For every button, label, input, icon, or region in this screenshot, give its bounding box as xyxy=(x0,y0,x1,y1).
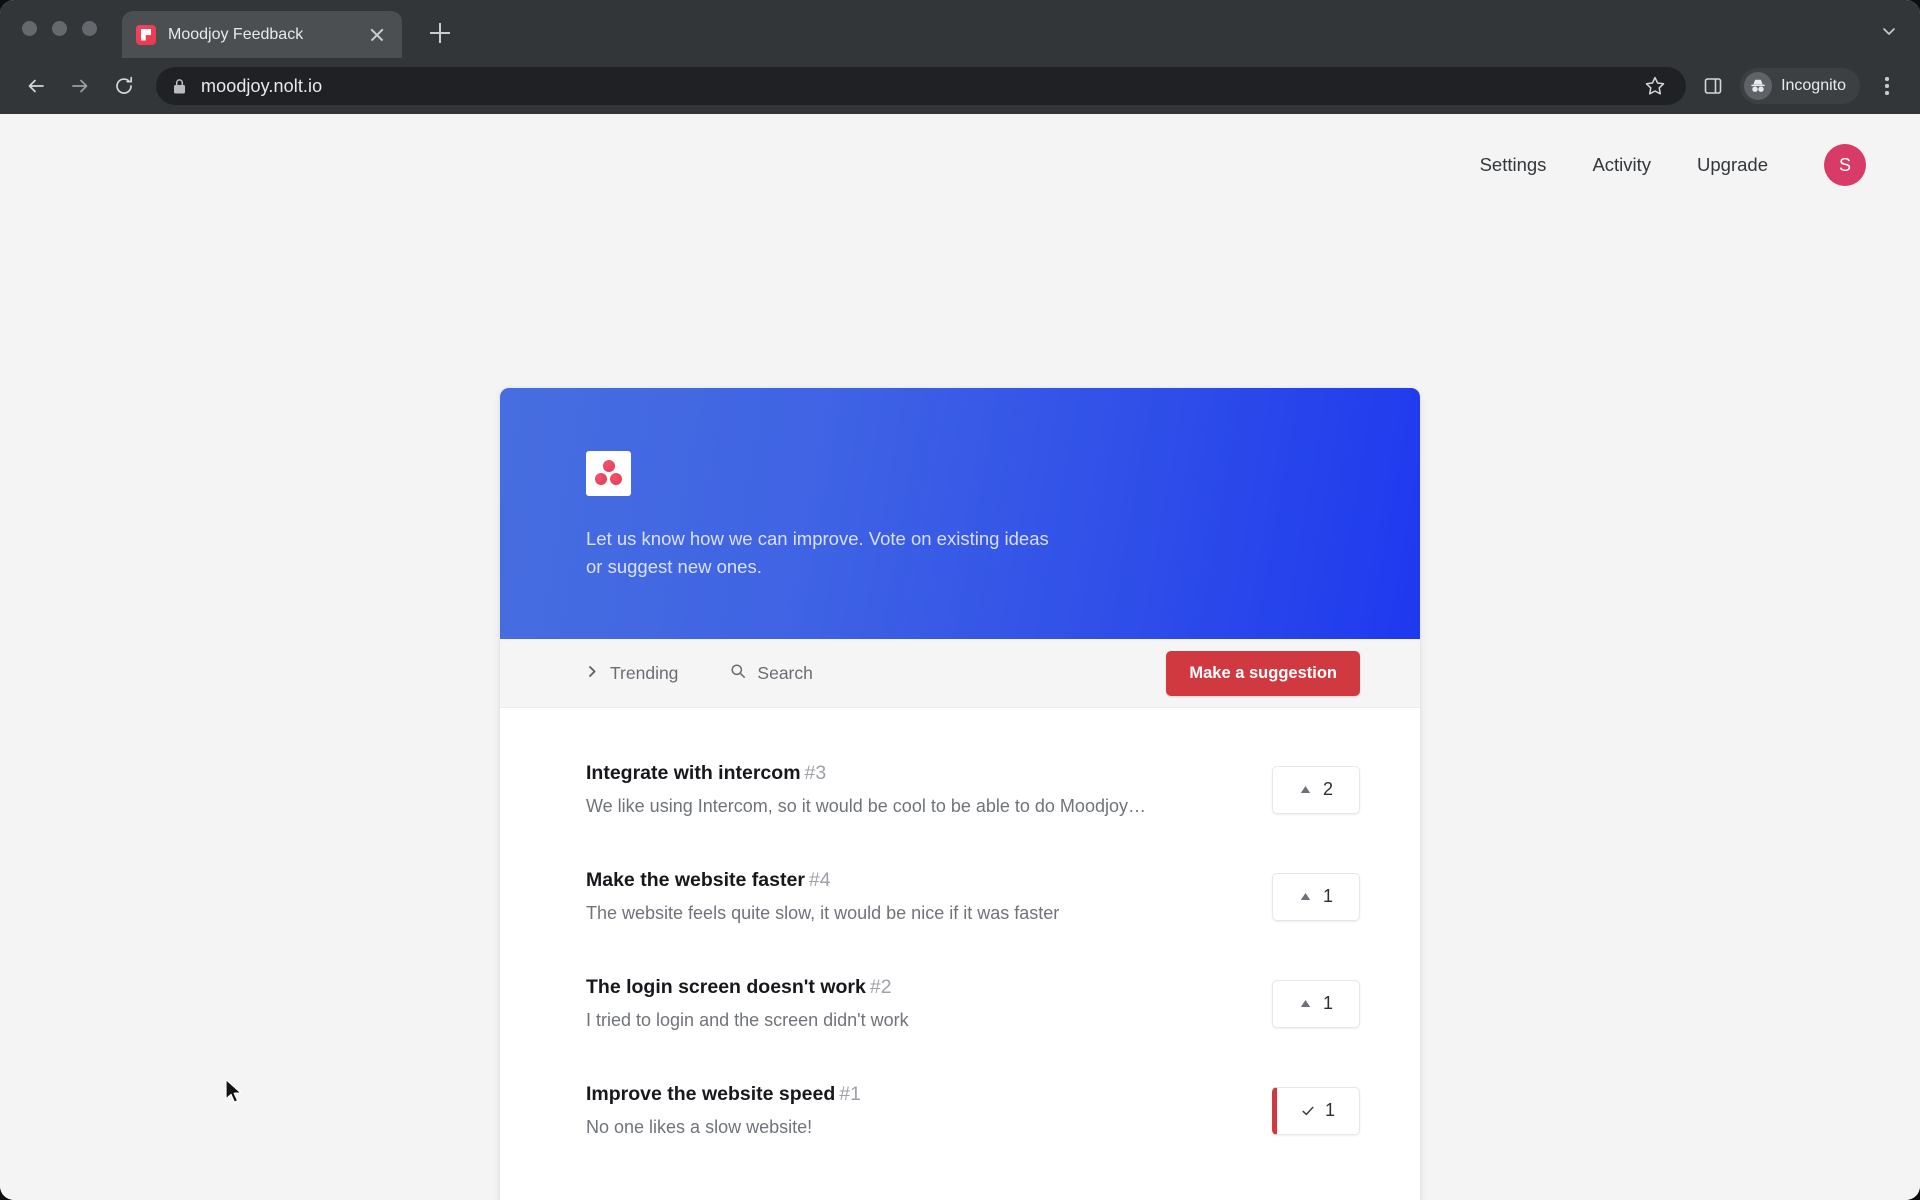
vote-button[interactable]: 1 xyxy=(1272,872,1360,921)
feedback-item-title: Make the website faster xyxy=(586,869,805,891)
forward-arrow-icon[interactable] xyxy=(60,66,100,106)
mouse-pointer-icon xyxy=(224,1078,246,1106)
sort-trending-label: Trending xyxy=(610,662,679,683)
page-viewport: Settings Activity Upgrade S Let us know … xyxy=(0,114,1920,1200)
close-window-button[interactable] xyxy=(22,21,37,36)
feedback-item-body: Improve the website speed #1 No one likes… xyxy=(586,1083,1252,1138)
tab-title: Moodjoy Feedback xyxy=(168,25,304,43)
feedback-item-ref: #1 xyxy=(839,1083,861,1105)
new-tab-button[interactable] xyxy=(426,19,454,47)
feedback-item-ref: #3 xyxy=(804,762,827,784)
feedback-item-ref: #4 xyxy=(808,869,831,891)
reload-icon[interactable] xyxy=(104,66,144,106)
board-toolbar: Trending Search Make a suggestion xyxy=(500,639,1420,708)
maximize-window-button[interactable] xyxy=(82,21,97,36)
up-triangle-icon xyxy=(1299,783,1312,796)
nav-link-upgrade[interactable]: Upgrade xyxy=(1697,154,1768,176)
nav-link-settings[interactable]: Settings xyxy=(1480,154,1547,176)
vote-count: 2 xyxy=(1322,779,1333,799)
feedback-item-title-line: The login screen doesn't work #2 xyxy=(586,976,1252,999)
feedback-list: Integrate with intercom #3 We like using … xyxy=(500,708,1420,1200)
lock-icon xyxy=(172,78,187,95)
feedback-item-title-line: Make the website faster #4 xyxy=(586,869,1252,892)
vote-button[interactable]: 2 xyxy=(1272,765,1360,814)
moodjoy-favicon xyxy=(136,24,156,45)
close-tab-icon[interactable] xyxy=(366,24,388,46)
incognito-icon xyxy=(1744,72,1773,100)
feedback-item-body: The login screen doesn't work #2 I tried … xyxy=(586,976,1252,1031)
feedback-board-card: Let us know how we can improve. Vote on … xyxy=(500,388,1420,1200)
nav-link-activity[interactable]: Activity xyxy=(1592,154,1651,176)
site-top-navigation: Settings Activity Upgrade S xyxy=(1480,144,1866,186)
feedback-item-title-line: Improve the website speed #1 xyxy=(586,1083,1252,1106)
browser-window: Moodjoy Feedback moodjoy.nolt.io Incogni… xyxy=(0,0,1920,1200)
check-icon xyxy=(1301,1104,1314,1117)
omnibox-toolbar: moodjoy.nolt.io Incognito xyxy=(0,58,1920,114)
address-bar-url: moodjoy.nolt.io xyxy=(201,75,323,96)
chevron-right-icon xyxy=(586,663,599,684)
sort-trending-button[interactable]: Trending xyxy=(586,663,678,684)
feedback-list-item[interactable]: The login screen doesn't work #2 I tried … xyxy=(500,950,1420,1057)
feedback-item-body: Integrate with intercom #3 We like using … xyxy=(586,762,1252,817)
chevron-down-icon[interactable] xyxy=(1880,22,1898,40)
address-bar[interactable]: moodjoy.nolt.io xyxy=(156,67,1687,105)
feedback-item-description: No one likes a slow website! xyxy=(586,1117,813,1137)
profile-chip[interactable]: Incognito xyxy=(1740,68,1860,104)
star-icon[interactable] xyxy=(1640,71,1670,101)
browser-tab[interactable]: Moodjoy Feedback xyxy=(122,11,402,58)
search-label: Search xyxy=(757,662,813,683)
back-arrow-icon[interactable] xyxy=(16,66,56,106)
side-panel-icon[interactable] xyxy=(1698,71,1728,101)
avatar[interactable]: S xyxy=(1824,144,1866,186)
moodjoy-logo xyxy=(586,451,631,496)
feedback-item-title: Improve the website speed xyxy=(586,1083,836,1105)
feedback-item-description: We like using Intercom, so it would be c… xyxy=(586,796,1146,816)
board-hero: Let us know how we can improve. Vote on … xyxy=(500,388,1420,639)
vote-count: 1 xyxy=(1322,993,1333,1013)
profile-label: Incognito xyxy=(1781,77,1846,94)
feedback-item-title: The login screen doesn't work xyxy=(586,976,866,998)
feedback-item-body: Make the website faster #4 The website fe… xyxy=(586,869,1252,924)
vote-count: 1 xyxy=(1322,886,1333,906)
feedback-item-description: The website feels quite slow, it would b… xyxy=(586,903,1060,923)
feedback-item-title: Integrate with intercom xyxy=(586,762,801,784)
feedback-list-item[interactable]: Improve the website speed #1 No one likes… xyxy=(500,1057,1420,1164)
up-triangle-icon xyxy=(1299,997,1312,1010)
vote-button[interactable]: 1 xyxy=(1272,979,1360,1028)
board-tagline: Let us know how we can improve. Vote on … xyxy=(586,528,1049,577)
window-controls xyxy=(22,21,97,36)
minimize-window-button[interactable] xyxy=(52,21,67,36)
tab-strip: Moodjoy Feedback xyxy=(0,0,1920,58)
feedback-item-title-line: Integrate with intercom #3 xyxy=(586,762,1252,785)
feedback-item-ref: #2 xyxy=(869,976,892,998)
search-icon xyxy=(730,663,746,684)
vote-count: 1 xyxy=(1324,1100,1335,1120)
search-button[interactable]: Search xyxy=(730,662,813,684)
make-a-suggestion-button[interactable]: Make a suggestion xyxy=(1166,650,1360,696)
feedback-list-item[interactable]: Make the website faster #4 The website fe… xyxy=(500,843,1420,950)
kebab-menu-icon[interactable] xyxy=(1870,69,1904,103)
feedback-item-description: I tried to login and the screen didn't w… xyxy=(586,1010,909,1030)
up-triangle-icon xyxy=(1299,890,1312,903)
feedback-list-item[interactable]: Integrate with intercom #3 We like using … xyxy=(500,736,1420,843)
vote-button-voted[interactable]: 1 xyxy=(1272,1086,1360,1135)
